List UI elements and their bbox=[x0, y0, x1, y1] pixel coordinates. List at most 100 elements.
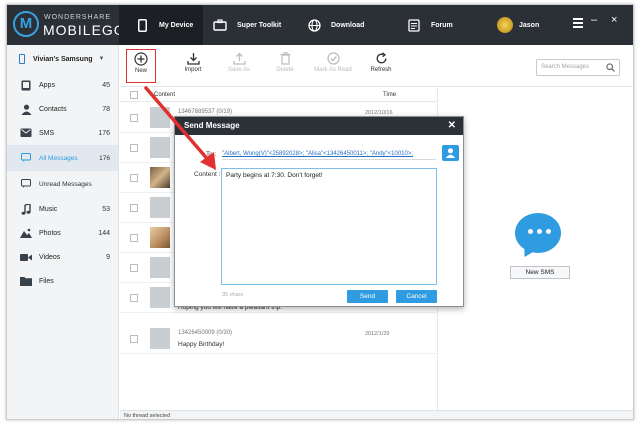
search-input[interactable]: Search Messages bbox=[536, 59, 620, 76]
videos-icon bbox=[19, 251, 33, 263]
toolbox-icon bbox=[213, 18, 227, 32]
phone-icon bbox=[19, 54, 25, 64]
logo-brand-bottom: MOBILEGO bbox=[43, 22, 126, 38]
tab-my-device[interactable]: My Device bbox=[119, 5, 203, 45]
column-content: Content bbox=[154, 91, 176, 98]
chevron-down-icon: ▼ bbox=[98, 56, 105, 62]
sidebar-item-count: 176 bbox=[99, 154, 110, 162]
plus-circle-icon bbox=[127, 50, 155, 68]
apps-icon bbox=[19, 79, 33, 91]
sidebar-item-contacts[interactable]: Contacts 78 bbox=[7, 97, 118, 121]
menu-icon[interactable] bbox=[573, 18, 583, 28]
message-time: 2012/1/29 bbox=[365, 331, 390, 337]
mark-as-read-button[interactable]: Mark As Read bbox=[310, 49, 356, 83]
row-checkbox[interactable] bbox=[130, 204, 138, 212]
message-icon bbox=[21, 153, 33, 163]
contact-avatar bbox=[150, 197, 170, 218]
user-name: Jason bbox=[519, 21, 540, 29]
sidebar-item-count: 53 bbox=[102, 205, 110, 213]
tab-label: Download bbox=[331, 21, 365, 29]
sidebar-item-count: 45 bbox=[102, 81, 110, 89]
import-label: Import bbox=[184, 67, 202, 73]
cancel-button[interactable]: Cancel bbox=[396, 290, 437, 303]
select-all-checkbox[interactable] bbox=[130, 90, 138, 99]
device-selector[interactable]: Vivian's Samsung ▼ bbox=[7, 45, 118, 73]
status-bar: No thread selected bbox=[120, 410, 633, 419]
row-checkbox[interactable] bbox=[130, 144, 138, 152]
sidebar-item-label: Videos bbox=[39, 253, 61, 261]
delete-button[interactable]: Delete bbox=[266, 49, 304, 83]
logo-mark: M bbox=[13, 11, 39, 37]
forum-icon bbox=[407, 18, 421, 32]
tab-super-toolkit[interactable]: Super Toolkit bbox=[213, 5, 299, 45]
row-checkbox[interactable] bbox=[130, 234, 138, 242]
column-time: Time bbox=[383, 91, 397, 98]
files-icon bbox=[19, 275, 33, 287]
to-label: To : bbox=[206, 151, 217, 158]
sidebar-item-all-messages[interactable]: All Messages 176 bbox=[7, 145, 118, 171]
row-checkbox[interactable] bbox=[130, 294, 138, 302]
toolbar: New Import Save As Delete Mark As Read R… bbox=[120, 45, 633, 87]
message-textarea[interactable]: Party begins at 7:30. Don't forget! bbox=[221, 168, 437, 285]
refresh-label: Refresh bbox=[370, 67, 392, 73]
music-icon bbox=[19, 203, 33, 215]
sidebar-item-unread-messages[interactable]: Unread Messages bbox=[7, 171, 118, 197]
sms-icon bbox=[19, 127, 33, 139]
recipients-field[interactable]: "Albert, Wong(V)"<25892028>; "Alisa"<134… bbox=[222, 148, 436, 160]
tab-label: Forum bbox=[431, 21, 453, 29]
close-icon[interactable]: × bbox=[611, 14, 617, 26]
sidebar-item-label: Contacts bbox=[39, 105, 67, 113]
sidebar-item-count: 9 bbox=[106, 253, 110, 261]
list-item[interactable]: 13426450009 (0/30) Happy Birthday! 2012/… bbox=[120, 324, 438, 354]
sender: 13426450009 (0/30) bbox=[178, 330, 233, 336]
tab-download[interactable]: Download bbox=[307, 5, 387, 45]
sidebar-item-label: Apps bbox=[39, 81, 55, 89]
row-checkbox[interactable] bbox=[130, 174, 138, 182]
new-sms-button[interactable]: New SMS bbox=[510, 266, 570, 279]
unread-icon bbox=[21, 179, 33, 189]
mark-as-read-label: Mark As Read bbox=[314, 67, 352, 73]
detail-pane: New SMS bbox=[439, 88, 633, 410]
row-checkbox[interactable] bbox=[130, 264, 138, 272]
sidebar-item-videos[interactable]: Videos 9 bbox=[7, 245, 118, 269]
dialog-title-bar: Send Message ✕ bbox=[175, 117, 463, 135]
send-button[interactable]: Send bbox=[347, 290, 388, 303]
contact-icon bbox=[445, 148, 456, 158]
sender: 13467889537 (0/19) bbox=[178, 109, 233, 115]
user-account[interactable]: Jason bbox=[497, 5, 557, 45]
contact-avatar bbox=[150, 328, 170, 349]
sidebar-item-label: Photos bbox=[39, 229, 61, 237]
export-icon bbox=[220, 49, 258, 67]
row-checkbox[interactable] bbox=[130, 114, 138, 122]
select-contact-button[interactable] bbox=[442, 145, 459, 161]
tab-label: Super Toolkit bbox=[237, 21, 282, 29]
sidebar-item-photos[interactable]: Photos 144 bbox=[7, 221, 118, 245]
refresh-button[interactable]: Refresh bbox=[362, 49, 400, 83]
close-icon[interactable]: ✕ bbox=[448, 117, 456, 135]
logo-brand-top: WONDERSHARE bbox=[44, 14, 112, 21]
chat-dots-icon bbox=[528, 229, 551, 234]
save-as-button[interactable]: Save As bbox=[220, 49, 258, 83]
send-message-dialog: Send Message ✕ To : "Albert, Wong(V)"<25… bbox=[174, 116, 464, 307]
row-checkbox[interactable] bbox=[130, 335, 138, 343]
sidebar-item-label: SMS bbox=[39, 129, 55, 137]
globe-icon bbox=[307, 18, 321, 32]
import-button[interactable]: Import bbox=[174, 49, 212, 83]
new-label: New bbox=[134, 68, 147, 74]
minimize-icon[interactable]: – bbox=[591, 14, 597, 26]
delete-label: Delete bbox=[276, 67, 294, 73]
new-button[interactable]: New bbox=[126, 49, 156, 83]
dialog-title: Send Message bbox=[184, 121, 240, 130]
app-logo: M WONDERSHARE MOBILEGO bbox=[13, 10, 125, 40]
tab-forum[interactable]: Forum bbox=[407, 5, 477, 45]
refresh-icon bbox=[362, 49, 400, 67]
contact-avatar bbox=[150, 257, 170, 278]
sidebar-item-files[interactable]: Files bbox=[7, 269, 118, 293]
sidebar-item-label: Unread Messages bbox=[39, 180, 92, 188]
sidebar-item-sms[interactable]: SMS 176 bbox=[7, 121, 118, 145]
sidebar-item-apps[interactable]: Apps 45 bbox=[7, 73, 118, 97]
sidebar-item-music[interactable]: Music 53 bbox=[7, 197, 118, 221]
tab-label: My Device bbox=[159, 21, 194, 29]
contact-avatar bbox=[150, 137, 170, 158]
photos-icon bbox=[19, 227, 33, 239]
